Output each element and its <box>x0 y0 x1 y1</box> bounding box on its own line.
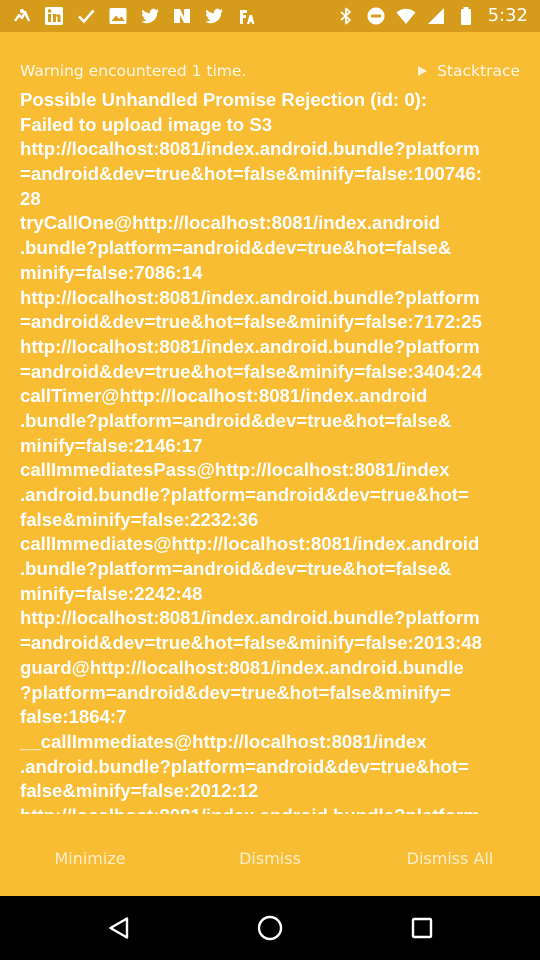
check-icon <box>76 6 96 26</box>
message-line: __callImmediates@http://localhost:8081/i… <box>20 730 427 752</box>
message-line: =android&dev=true&hot=false&minify=false… <box>20 632 482 654</box>
message-line: ?platform=android&dev=true&hot=false&min… <box>20 681 451 703</box>
message-line: http://localhost:8081/index.android.bund… <box>20 335 480 357</box>
fa-app-icon <box>236 6 256 26</box>
twitter-icon <box>140 6 160 26</box>
image-icon <box>108 6 128 26</box>
message-line: =android&dev=true&hot=false&minify=false… <box>20 360 482 382</box>
message-line: 28 <box>20 187 41 209</box>
recents-button[interactable] <box>402 908 442 948</box>
home-button[interactable] <box>250 908 290 948</box>
action-button-bar: Minimize Dismiss Dismiss All <box>0 820 540 896</box>
twitter-icon <box>204 6 224 26</box>
usb-debug-icon <box>12 6 32 26</box>
stacktrace-label: Stacktrace <box>437 62 520 80</box>
message-line: callTimer@http://localhost:8081/index.an… <box>20 385 428 407</box>
message-line: callImmediates@http://localhost:8081/ind… <box>20 533 480 555</box>
navigation-bar <box>0 896 540 960</box>
message-line: .bundle?platform=android&dev=true&hot=fa… <box>20 409 452 431</box>
message-line: http://localhost:8081/index.android.bund… <box>20 607 480 629</box>
message-line: callImmediatesPass@http://localhost:8081… <box>20 459 450 481</box>
notification-icons <box>12 5 256 27</box>
battery-icon <box>456 6 476 26</box>
status-clock: 5:32 <box>487 5 528 26</box>
warning-count-text: Warning encountered 1 time. <box>20 62 247 80</box>
message-line: =android&dev=true&hot=false&minify=false… <box>20 163 482 185</box>
signal-icon <box>426 6 446 26</box>
status-bar: 5:32 <box>0 0 540 32</box>
message-line: minify=false:2242:48 <box>20 582 203 604</box>
n-app-icon <box>172 6 192 26</box>
message-line: minify=false:7086:14 <box>20 261 203 283</box>
message-line: .bundle?platform=android&dev=true&hot=fa… <box>20 558 452 580</box>
message-line: http://localhost:8081/index.android.bund… <box>20 804 520 814</box>
message-line: http://localhost:8081/index.android.bund… <box>20 138 480 160</box>
message-line: false&minify=false:2012:12 <box>20 780 259 802</box>
dismiss-button[interactable]: Dismiss <box>180 820 360 896</box>
message-line: Possible Unhandled Promise Rejection (id… <box>20 89 428 110</box>
back-icon <box>106 915 132 941</box>
minimize-button[interactable]: Minimize <box>0 820 180 896</box>
linkedin-icon <box>44 6 64 26</box>
home-icon <box>256 914 284 942</box>
bluetooth-icon <box>336 6 356 26</box>
play-icon <box>418 66 428 76</box>
error-message: Possible Unhandled Promise Rejection (id… <box>20 88 520 814</box>
message-line: .android.bundle?platform=android&dev=tru… <box>20 484 469 505</box>
message-line: =android&dev=true&hot=false&minify=false… <box>20 311 482 333</box>
message-line: false:1864:7 <box>20 706 127 728</box>
back-button[interactable] <box>99 908 139 948</box>
system-icons: 5:32 <box>336 5 528 27</box>
stacktrace-toggle[interactable]: Stacktrace <box>418 62 520 80</box>
warning-content[interactable]: Warning encountered 1 time. Stacktrace P… <box>20 56 520 814</box>
message-line: http://localhost:8081/index.android.bund… <box>20 286 480 308</box>
message-line: minify=false:2146:17 <box>20 434 203 456</box>
do-not-disturb-icon <box>366 6 386 26</box>
screen: 5:32 Warning encountered 1 time. Stacktr… <box>0 0 540 960</box>
message-line: .android.bundle?platform=android&dev=tru… <box>20 755 469 777</box>
warning-header: Warning encountered 1 time. Stacktrace <box>20 56 520 88</box>
message-line: false&minify=false:2232:36 <box>20 508 259 530</box>
message-line: Failed to upload image to S3 <box>20 113 273 135</box>
wifi-icon <box>396 6 416 26</box>
recents-icon <box>410 916 434 940</box>
message-line: tryCallOne@http://localhost:8081/index.a… <box>20 212 441 234</box>
message-line: .bundle?platform=android&dev=true&hot=fa… <box>20 237 452 259</box>
message-line: guard@http://localhost:8081/index.androi… <box>20 656 464 678</box>
dismiss-all-button[interactable]: Dismiss All <box>360 820 540 896</box>
